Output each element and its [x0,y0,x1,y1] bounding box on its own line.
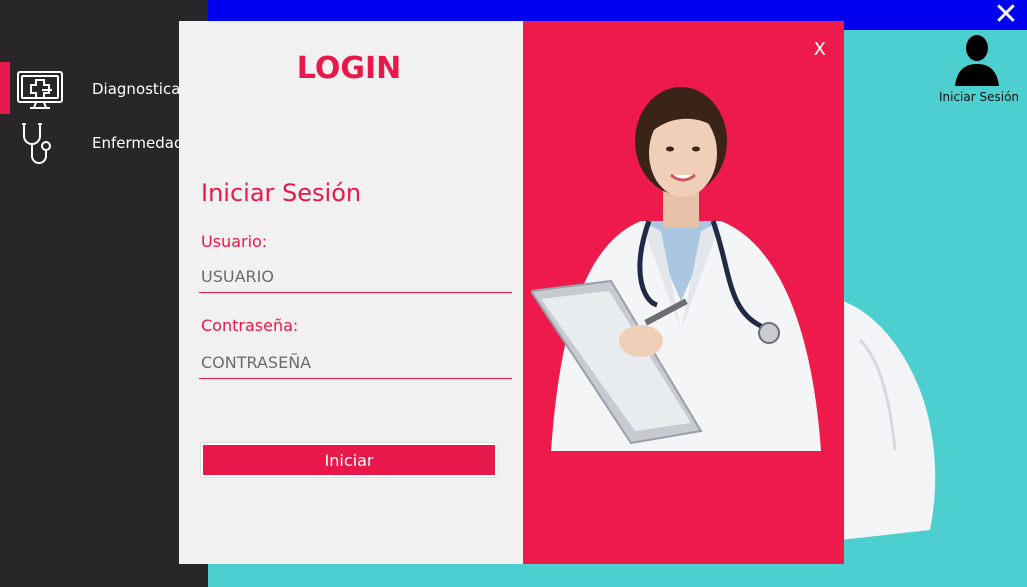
section-title: Iniciar Sesión [201,179,362,207]
user-silhouette-icon [955,35,999,86]
sidebar-item-diagnostica[interactable]: Diagnostica [0,62,208,116]
password-label: Contraseña: [201,316,299,335]
password-input[interactable] [199,348,512,379]
login-submit-button[interactable]: Iniciar [200,442,498,478]
login-shortcut-label: Iniciar Sesión [938,90,1020,104]
medical-monitor-icon [17,71,63,109]
stethoscope-icon [22,123,51,164]
username-input[interactable] [199,262,512,293]
sidebar-item-enfermedad[interactable]: Enfermedad [0,116,208,170]
sidebar-item-label: Enfermedad [92,134,184,152]
window-close-icon[interactable]: ✕ [993,0,1019,30]
background-doctor-image [840,300,936,540]
login-shortcut[interactable]: Iniciar Sesión [937,32,1021,108]
doctor-illustration [531,87,821,451]
login-form-panel: LOGIN Iniciar Sesión Usuario: Contraseña… [179,21,523,564]
modal-image-panel: X [523,21,844,564]
modal-title: LOGIN [296,51,402,86]
sidebar-item-label: Diagnostica [92,80,181,98]
modal-close-button[interactable]: X [814,39,826,60]
login-modal: LOGIN Iniciar Sesión Usuario: Contraseña… [179,21,844,564]
username-label: Usuario: [201,232,268,251]
sidebar: Diagnostica Enfermedad [0,0,208,587]
